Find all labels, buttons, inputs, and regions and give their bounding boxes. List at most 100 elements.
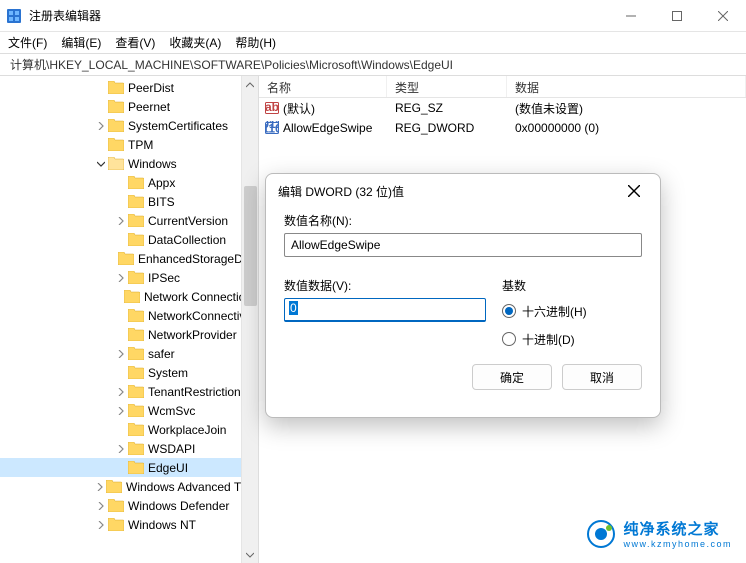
tree-item-systemcertificates[interactable]: SystemCertificates <box>0 116 258 135</box>
name-input[interactable] <box>284 233 642 257</box>
scroll-down-icon[interactable] <box>242 546 258 563</box>
tree-item-label: IPSec <box>148 271 180 285</box>
tree-chevron-icon[interactable] <box>116 349 126 359</box>
titlebar: 注册表编辑器 <box>0 0 746 32</box>
menu-help[interactable]: 帮助(H) <box>235 34 276 51</box>
col-header-data[interactable]: 数据 <box>507 76 746 97</box>
tree-item-currentversion[interactable]: CurrentVersion <box>0 211 258 230</box>
menu-view[interactable]: 查看(V) <box>115 34 155 51</box>
menu-file[interactable]: 文件(F) <box>8 34 47 51</box>
folder-icon <box>128 328 144 341</box>
tree-chevron-icon[interactable] <box>116 273 126 283</box>
address-bar[interactable]: 计算机\HKEY_LOCAL_MACHINE\SOFTWARE\Policies… <box>0 54 746 76</box>
tree-item-system[interactable]: System <box>0 363 258 382</box>
folder-icon <box>128 461 144 474</box>
tree-item-datacollection[interactable]: DataCollection <box>0 230 258 249</box>
tree-chevron-icon[interactable] <box>116 216 126 226</box>
radio-hex[interactable]: 十六进制(H) <box>502 300 642 322</box>
tree-scrollbar[interactable] <box>241 76 258 563</box>
tree-item-enhancedstoragedevices[interactable]: EnhancedStorageDevices <box>0 249 258 268</box>
folder-icon <box>128 385 144 398</box>
scroll-thumb[interactable] <box>244 186 257 306</box>
tree-item-windows-advanced-threat-protection[interactable]: Windows Advanced Threat Protection <box>0 477 258 496</box>
tree-item-label: NetworkProvider <box>148 328 237 342</box>
tree-item-windows-defender[interactable]: Windows Defender <box>0 496 258 515</box>
menu-favorites[interactable]: 收藏夹(A) <box>169 34 221 51</box>
tree-item-label: System <box>148 366 188 380</box>
tree-chevron-icon[interactable] <box>96 520 106 530</box>
cell-data: (数值未设置) <box>507 100 746 117</box>
tree-chevron-icon <box>116 368 126 378</box>
data-input[interactable]: 0 <box>284 298 486 322</box>
tree-item-wcmsvc[interactable]: WcmSvc <box>0 401 258 420</box>
tree-item-label: DataCollection <box>148 233 226 247</box>
tree-chevron-icon[interactable] <box>96 501 106 511</box>
tree-item-wsdapi[interactable]: WSDAPI <box>0 439 258 458</box>
tree-chevron-icon[interactable] <box>116 406 126 416</box>
tree-item-label: CurrentVersion <box>148 214 228 228</box>
tree-chevron-icon <box>116 178 126 188</box>
tree-chevron-icon[interactable] <box>96 121 106 131</box>
tree-chevron-icon[interactable] <box>116 444 126 454</box>
close-button[interactable] <box>700 0 746 32</box>
folder-icon <box>128 347 144 360</box>
folder-icon <box>128 366 144 379</box>
tree-chevron-icon[interactable] <box>116 387 126 397</box>
ok-button[interactable]: 确定 <box>472 364 552 390</box>
tree-item-appx[interactable]: Appx <box>0 173 258 192</box>
tree-item-workplacejoin[interactable]: WorkplaceJoin <box>0 420 258 439</box>
tree-item-label: SystemCertificates <box>128 119 228 133</box>
regedit-icon <box>6 8 22 24</box>
tree-item-peerdist[interactable]: PeerDist <box>0 78 258 97</box>
tree-item-networkprovider[interactable]: NetworkProvider <box>0 325 258 344</box>
minimize-button[interactable] <box>608 0 654 32</box>
tree-item-label: safer <box>148 347 175 361</box>
radio-dec[interactable]: 十进制(D) <box>502 328 642 350</box>
tree-chevron-icon <box>96 102 106 112</box>
cancel-button[interactable]: 取消 <box>562 364 642 390</box>
reg-sz-icon: ab <box>265 101 279 115</box>
radio-hex-label: 十六进制(H) <box>522 303 587 320</box>
menu-edit[interactable]: 编辑(E) <box>61 34 101 51</box>
tree-item-edgeui[interactable]: EdgeUI <box>0 458 258 477</box>
dialog-title: 编辑 DWORD (32 位)值 <box>278 183 404 200</box>
cell-data: 0x00000000 (0) <box>507 121 746 135</box>
list-row[interactable]: 011110AllowEdgeSwipeREG_DWORD0x00000000 … <box>259 118 746 138</box>
col-header-type[interactable]: 类型 <box>387 76 507 97</box>
cell-type: REG_SZ <box>387 101 507 115</box>
reg-dword-icon: 011110 <box>265 121 279 135</box>
tree-item-ipsec[interactable]: IPSec <box>0 268 258 287</box>
tree-item-label: WorkplaceJoin <box>148 423 226 437</box>
dialog-close-button[interactable] <box>620 177 648 205</box>
tree-item-windows-nt[interactable]: Windows NT <box>0 515 258 534</box>
tree-item-network-connections[interactable]: Network Connections <box>0 287 258 306</box>
tree-chevron-icon <box>116 425 126 435</box>
folder-icon <box>108 157 124 170</box>
tree-item-label: Windows NT <box>128 518 196 532</box>
folder-icon <box>118 252 134 265</box>
cell-name: 011110AllowEdgeSwipe <box>259 121 387 135</box>
tree-chevron-icon <box>116 311 126 321</box>
tree-item-windows[interactable]: Windows <box>0 154 258 173</box>
tree-item-peernet[interactable]: Peernet <box>0 97 258 116</box>
tree-item-safer[interactable]: safer <box>0 344 258 363</box>
tree-chevron-icon <box>116 235 126 245</box>
folder-icon <box>108 138 124 151</box>
tree-item-label: TPM <box>128 138 153 152</box>
tree-item-tenantrestrictions[interactable]: TenantRestrictions <box>0 382 258 401</box>
tree-item-networkconnectivity[interactable]: NetworkConnectivity <box>0 306 258 325</box>
tree-item-label: PeerDist <box>128 81 174 95</box>
col-header-name[interactable]: 名称 <box>259 76 387 97</box>
tree-item-bits[interactable]: BITS <box>0 192 258 211</box>
tree-pane: PeerDist Peernet SystemCertificates TPM Wind… <box>0 76 259 563</box>
maximize-button[interactable] <box>654 0 700 32</box>
list-header: 名称 类型 数据 <box>259 76 746 98</box>
tree-item-tpm[interactable]: TPM <box>0 135 258 154</box>
tree-chevron-icon[interactable] <box>96 482 104 492</box>
tree-item-label: Windows Defender <box>128 499 229 513</box>
tree-chevron-icon[interactable] <box>96 159 106 169</box>
scroll-up-icon[interactable] <box>242 76 258 93</box>
tree-chevron-icon <box>116 330 126 340</box>
folder-icon <box>108 119 124 132</box>
list-row[interactable]: ab(默认)REG_SZ(数值未设置) <box>259 98 746 118</box>
